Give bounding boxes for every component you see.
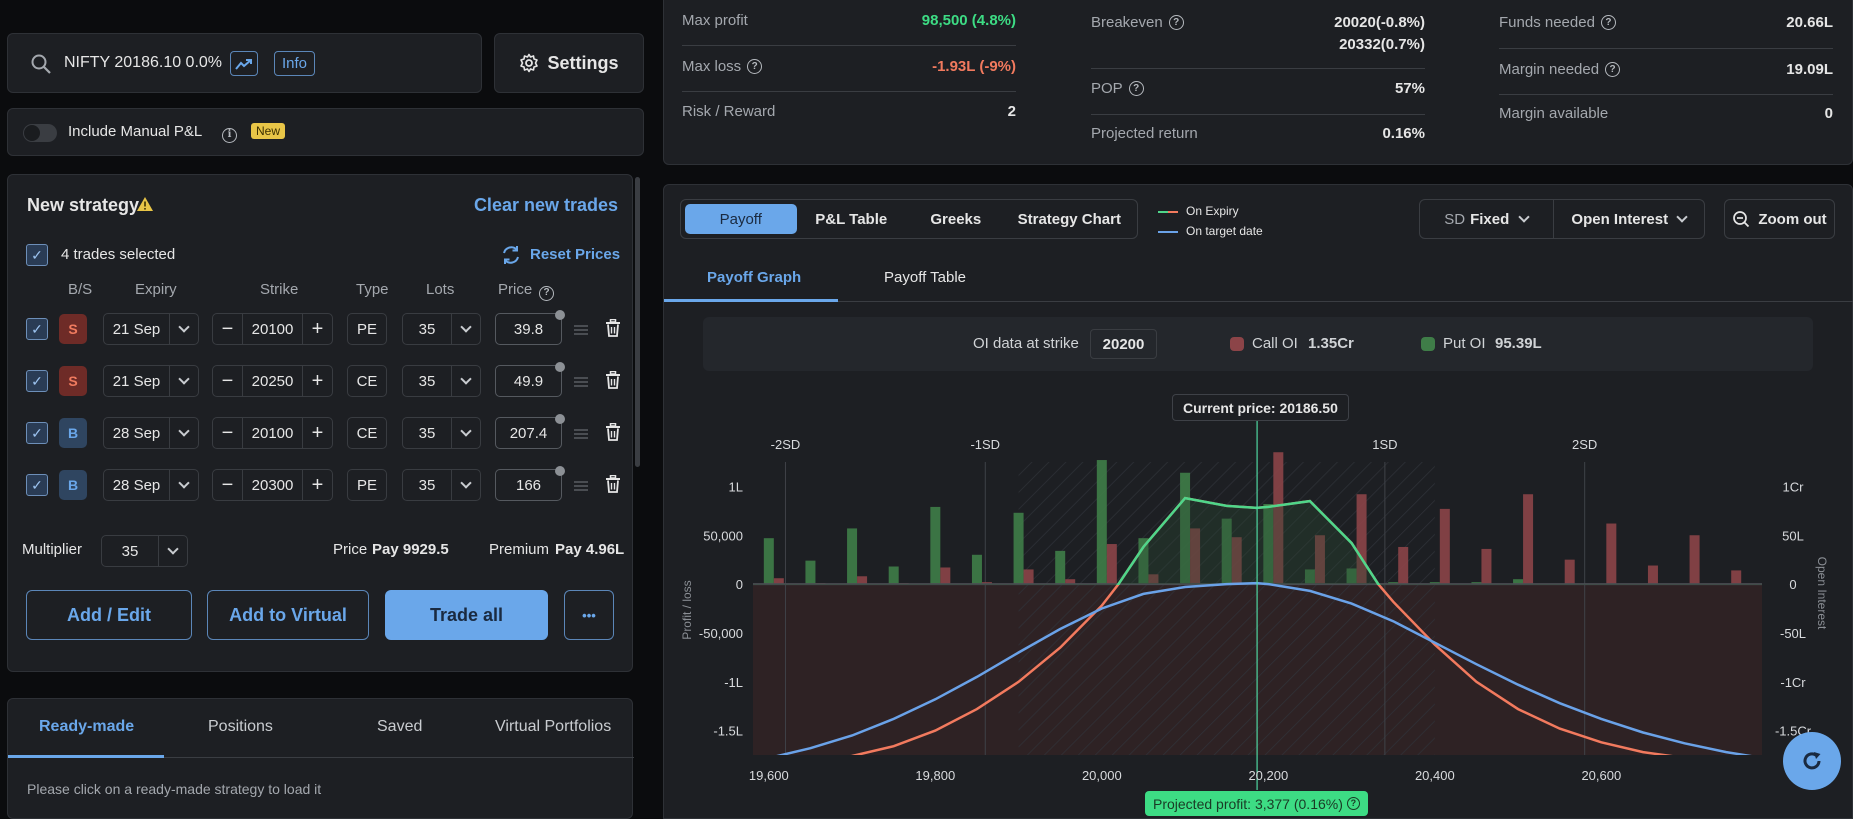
put-oi-bar xyxy=(1013,512,1024,585)
call-oi-bar xyxy=(1106,544,1117,585)
sd-label: -2SD xyxy=(771,437,801,452)
x-tick-label: 19,800 xyxy=(915,768,955,783)
x-tick-label: 19,600 xyxy=(749,768,789,783)
y2-tick-label: 1Cr xyxy=(1783,479,1805,494)
help-icon[interactable]: ? xyxy=(1346,797,1360,810)
put-oi-bar xyxy=(1096,460,1107,585)
call-oi-bar xyxy=(1481,548,1492,585)
sd-label: 1SD xyxy=(1372,437,1397,452)
put-oi-bar xyxy=(805,560,816,585)
call-oi-bar xyxy=(857,576,868,585)
put-oi-bar xyxy=(930,506,941,585)
call-oi-bar xyxy=(1689,535,1700,585)
y2-tick-label: -1Cr xyxy=(1780,675,1806,690)
projected-profit-badge: Projected profit: 3,377 (0.16%) ? xyxy=(1145,791,1368,816)
call-oi-bar xyxy=(1731,570,1742,585)
put-oi-bar xyxy=(763,538,774,585)
refresh-icon xyxy=(1803,752,1821,770)
projected-profit-text: Projected profit: 3,377 (0.16%) xyxy=(1153,795,1343,812)
call-oi-bar xyxy=(1647,565,1658,585)
payoff-chart[interactable]: -2SD -1SD 1SD 2SD 19,600 19,800 20,000 20,200 20… xyxy=(0,0,1853,819)
x-tick-label: 20,000 xyxy=(1082,768,1122,783)
y-tick-label: 50,000 xyxy=(703,528,743,543)
call-oi-bar xyxy=(1023,569,1034,585)
current-price-tooltip: Current price: 20186.50 xyxy=(1172,394,1349,421)
x-tick-label: 20,200 xyxy=(1248,768,1288,783)
x-tick-label: 20,400 xyxy=(1415,768,1455,783)
put-oi-bar xyxy=(888,566,899,585)
y-axis-title: Profit / loss xyxy=(680,580,694,639)
y2-tick-label: 0 xyxy=(1789,577,1796,592)
call-oi-bar xyxy=(940,567,951,585)
refresh-button[interactable] xyxy=(1783,732,1841,790)
y-tick-label: -1.5L xyxy=(713,724,743,739)
call-oi-bar xyxy=(1398,546,1409,585)
put-oi-bar xyxy=(1055,550,1066,585)
sd-label: -1SD xyxy=(970,437,1000,452)
y-tick-label: -50,000 xyxy=(699,626,743,641)
y-tick-label: 0 xyxy=(736,577,743,592)
y2-tick-label: -50L xyxy=(1780,626,1806,641)
x-tick-label: 20,600 xyxy=(1581,768,1621,783)
call-oi-bar xyxy=(1564,559,1575,585)
call-oi-bar xyxy=(1523,494,1534,585)
y2-axis-title: Open Interest xyxy=(1815,557,1829,630)
y-tick-label: -1L xyxy=(724,675,743,690)
call-oi-bar xyxy=(1439,508,1450,585)
put-oi-bar xyxy=(971,554,982,585)
sd-label: 2SD xyxy=(1572,437,1597,452)
y-tick-label: 1L xyxy=(729,479,743,494)
put-oi-bar xyxy=(847,528,858,585)
y2-tick-label: 50L xyxy=(1782,528,1804,543)
call-oi-bar xyxy=(1606,523,1617,585)
